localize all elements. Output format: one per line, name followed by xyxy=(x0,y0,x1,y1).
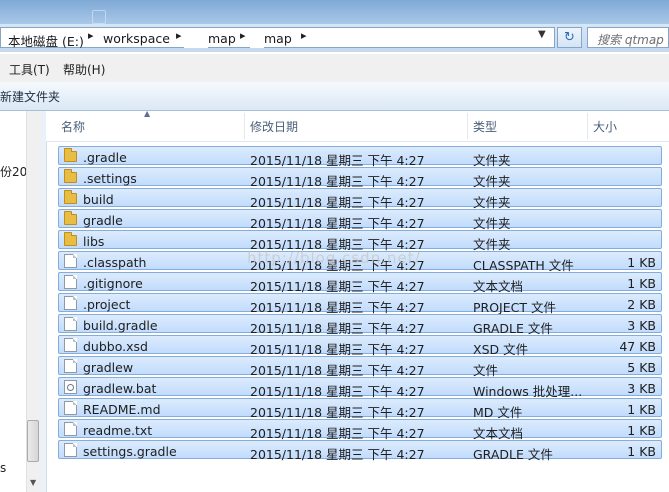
file-modified: 2015/11/18 星期三 下午 4:27 xyxy=(250,447,425,462)
search-placeholder: 搜索 qtmap xyxy=(597,33,664,47)
breadcrumb-workspace[interactable]: workspace xyxy=(103,31,170,46)
file-size: 1 KB xyxy=(627,423,656,438)
batch-file-icon xyxy=(64,380,77,394)
file-row[interactable]: readme.txt 2015/11/18 星期三 下午 4:27 文本文档 1 KB xyxy=(58,419,662,441)
file-size: 1 KB xyxy=(627,255,656,270)
breadcrumb-separator-icon[interactable]: ▸ xyxy=(176,29,182,42)
folder-icon xyxy=(64,232,77,246)
file-name: gradlew.bat xyxy=(83,381,157,396)
command-bar xyxy=(0,82,669,111)
file-icon xyxy=(64,317,77,331)
column-header-name[interactable]: 名称 xyxy=(61,118,85,135)
nav-item-partial[interactable]: s xyxy=(0,461,6,475)
file-name: build xyxy=(83,192,114,207)
file-name: settings.gradle xyxy=(83,444,177,459)
watermark: http://blog.csdn.net/ xyxy=(247,249,421,267)
column-divider[interactable] xyxy=(244,113,245,139)
folder-icon xyxy=(64,169,77,183)
file-name: build.gradle xyxy=(83,318,158,333)
breadcrumb-project[interactable]: map xyxy=(264,31,292,46)
file-row[interactable]: libs 2015/11/18 星期三 下午 4:27 文件夹 xyxy=(58,230,662,252)
window-control-button[interactable] xyxy=(92,10,106,24)
column-header-modified[interactable]: 修改日期 xyxy=(250,118,298,135)
nav-scrollbar-thumb[interactable] xyxy=(27,420,39,462)
breadcrumb-separator-icon[interactable]: ▸ xyxy=(301,29,307,42)
breadcrumb-separator-icon[interactable]: ▸ xyxy=(240,29,246,42)
file-name: gradle xyxy=(83,213,123,228)
file-size: 3 KB xyxy=(627,318,656,333)
file-row[interactable]: .settings 2015/11/18 星期三 下午 4:27 文件夹 xyxy=(58,167,662,189)
file-name: .settings xyxy=(83,171,137,186)
file-row[interactable]: settings.gradle 2015/11/18 星期三 下午 4:27 GRA… xyxy=(58,440,662,462)
new-folder-button[interactable]: 新建文件夹 xyxy=(0,88,60,105)
address-dropdown-icon[interactable]: ▼ xyxy=(538,29,546,40)
file-size: 1 KB xyxy=(627,402,656,417)
file-row[interactable]: dubbo.xsd 2015/11/18 星期三 下午 4:27 XSD 文件 47 … xyxy=(58,335,662,357)
file-size: 3 KB xyxy=(627,381,656,396)
column-header-size[interactable]: 大小 xyxy=(593,118,617,135)
column-divider[interactable] xyxy=(467,113,468,139)
file-icon xyxy=(64,359,77,373)
file-name: .gradle xyxy=(83,150,127,165)
file-size: 5 KB xyxy=(627,360,656,375)
menu-help[interactable]: 帮助(H) xyxy=(63,61,105,78)
redaction-mask xyxy=(184,28,208,48)
column-header-type[interactable]: 类型 xyxy=(473,118,497,135)
refresh-button[interactable]: ↻ xyxy=(557,27,582,48)
file-size: 47 KB xyxy=(619,339,656,354)
file-name: .project xyxy=(83,297,131,312)
column-divider[interactable] xyxy=(587,113,588,139)
file-row[interactable]: build.gradle 2015/11/18 星期三 下午 4:27 GRADLE… xyxy=(58,314,662,336)
file-name: libs xyxy=(83,234,105,249)
folder-icon xyxy=(64,148,77,162)
file-row[interactable]: build 2015/11/18 星期三 下午 4:27 文件夹 xyxy=(58,188,662,210)
folder-icon xyxy=(64,211,77,225)
file-size: 1 KB xyxy=(627,444,656,459)
refresh-icon: ↻ xyxy=(564,30,575,45)
file-name: readme.txt xyxy=(83,423,153,438)
breadcrumb-drive[interactable]: 本地磁盘 (E:) xyxy=(8,31,84,50)
pane-splitter[interactable] xyxy=(41,111,47,492)
text-file-icon xyxy=(64,275,77,289)
file-name: dubbo.xsd xyxy=(83,339,148,354)
redaction-mask xyxy=(250,28,264,48)
file-row[interactable]: gradle 2015/11/18 星期三 下午 4:27 文件夹 xyxy=(58,209,662,231)
file-icon xyxy=(64,443,77,457)
menu-tools[interactable]: 工具(T) xyxy=(9,61,50,78)
scroll-down-arrow-icon[interactable]: ▼ xyxy=(30,478,36,487)
column-header-row xyxy=(46,111,669,142)
file-size: 1 KB xyxy=(627,276,656,291)
file-icon xyxy=(64,401,77,415)
file-row[interactable]: .gradle 2015/11/18 星期三 下午 4:27 文件夹 xyxy=(58,146,662,168)
file-type: GRADLE 文件 xyxy=(473,447,553,462)
file-icon xyxy=(64,338,77,352)
folder-icon xyxy=(64,190,77,204)
file-row[interactable]: gradlew.bat 2015/11/18 星期三 下午 4:27 Windows… xyxy=(58,377,662,399)
breadcrumb-project-parent[interactable]: map xyxy=(208,31,236,46)
file-name: .gitignore xyxy=(83,276,143,291)
text-file-icon xyxy=(64,422,77,436)
file-name: gradlew xyxy=(83,360,134,375)
file-icon xyxy=(64,254,77,268)
file-icon xyxy=(64,296,77,310)
file-name: .classpath xyxy=(83,255,147,270)
file-row[interactable]: gradlew 2015/11/18 星期三 下午 4:27 文件 5 KB xyxy=(58,356,662,378)
file-row[interactable]: README.md 2015/11/18 星期三 下午 4:27 MD 文件 1 KB xyxy=(58,398,662,420)
sort-ascending-icon: ▲ xyxy=(144,109,151,118)
file-name: README.md xyxy=(83,402,161,417)
file-size: 2 KB xyxy=(627,297,656,312)
file-row[interactable]: .project 2015/11/18 星期三 下午 4:27 PROJECT 文件… xyxy=(58,293,662,315)
file-row[interactable]: .gitignore 2015/11/18 星期三 下午 4:27 文本文档 1 KB xyxy=(58,272,662,294)
breadcrumb-separator-icon[interactable]: ▸ xyxy=(88,29,94,42)
